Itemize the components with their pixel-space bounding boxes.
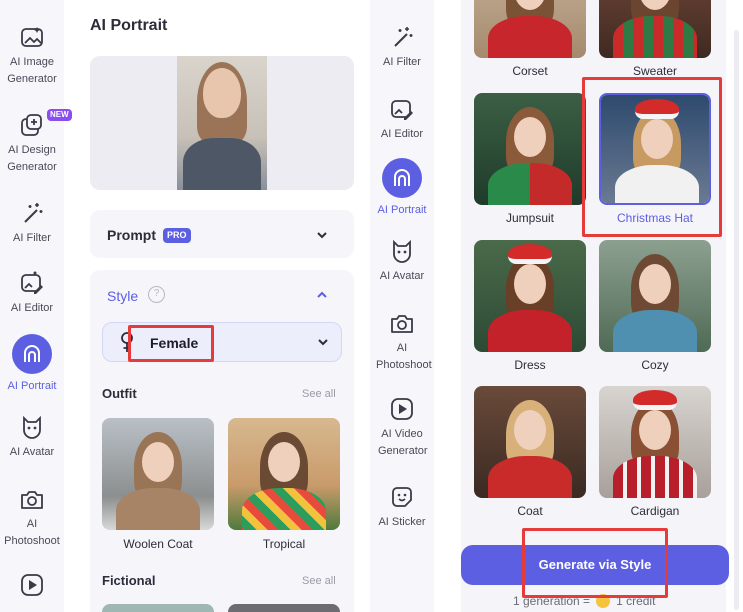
uploaded-photo-preview[interactable] — [90, 56, 354, 190]
rail2-item-ai-filter[interactable]: AI Filter — [370, 24, 434, 71]
gender-value: Female — [150, 335, 199, 351]
sidebar-item-ai-image-generator[interactable]: AI Image Generator — [0, 24, 64, 88]
style-card-jumpsuit[interactable]: Jumpsuit — [474, 93, 586, 225]
portrait-icon — [382, 158, 422, 198]
sidebar-item-label: AI Image Generator — [7, 56, 57, 85]
help-icon[interactable]: ? — [148, 286, 165, 303]
outfit-title: Outfit — [102, 386, 137, 401]
rail2-item-ai-portrait[interactable]: AI Portrait — [370, 158, 434, 219]
style-card-dress[interactable]: Dress — [474, 240, 586, 372]
prompt-section[interactable]: Prompt PRO — [90, 210, 354, 258]
style-thumb-fictional-1[interactable] — [102, 604, 214, 612]
rail2-item-label: AI Photoshoot — [376, 342, 432, 371]
rail2-item-ai-avatar[interactable]: AI Avatar — [370, 238, 434, 285]
sidebar-item-ai-avatar[interactable]: AI Avatar — [0, 414, 64, 461]
gallery-scrollbar[interactable] — [734, 30, 739, 610]
chevron-down-icon[interactable] — [315, 228, 329, 242]
style-card-sweater[interactable]: Sweater — [599, 0, 711, 78]
thumb-label: Woolen Coat — [123, 537, 193, 551]
image-edit-icon — [389, 96, 415, 122]
rail2-item-label: AI Filter — [383, 56, 421, 68]
prompt-label: Prompt — [107, 227, 156, 243]
rail2-item-label: AI Portrait — [377, 204, 427, 216]
style-thumb-tropical[interactable] — [228, 418, 340, 530]
video-play-icon — [19, 572, 45, 598]
style-card-corset[interactable]: Corset — [474, 0, 586, 78]
style-card-label: Corset — [512, 64, 548, 78]
style-card-label: Sweater — [632, 64, 678, 78]
camera-icon — [19, 486, 45, 512]
style-card-label: Cardigan — [630, 504, 680, 518]
rail2-item-ai-sticker[interactable]: AI Sticker — [370, 484, 434, 531]
rail2-item-label: AI Avatar — [379, 270, 425, 282]
sidebar-item-label: AI Photoshoot — [4, 518, 60, 547]
magic-wand-icon — [389, 24, 415, 50]
main-sidebar: AI Image Generator NEW AI Design Generat… — [0, 0, 72, 612]
sidebar-item-label: AI Avatar — [9, 446, 55, 458]
generate-via-style-button[interactable]: Generate via Style — [461, 545, 729, 585]
credit-prefix: 1 generation = — [513, 594, 591, 608]
sidebar-item-ai-filter[interactable]: AI Filter — [0, 200, 64, 247]
avatar-icon — [19, 414, 45, 440]
female-symbol-icon — [119, 331, 135, 353]
sidebar-item-label: AI Portrait — [7, 380, 57, 392]
pro-badge: PRO — [163, 228, 191, 243]
chevron-up-icon[interactable] — [315, 288, 329, 302]
sticker-icon — [389, 484, 415, 510]
style-card-cardigan[interactable]: Cardigan — [599, 386, 711, 518]
style-label: Style — [107, 288, 139, 304]
fictional-see-all-link[interactable]: See all — [302, 575, 336, 587]
uploaded-photo — [177, 56, 267, 190]
style-card-coat[interactable]: Coat — [474, 386, 586, 518]
style-section: Style ? Female Outfit See all Woolen Coa… — [90, 270, 354, 612]
new-badge: NEW — [47, 109, 72, 121]
chevron-down-icon — [316, 335, 330, 349]
design-icon: NEW — [19, 109, 72, 138]
rail2-item-label: AI Editor — [380, 128, 424, 140]
style-card-label: Dress — [514, 358, 546, 372]
image-sparkle-icon — [19, 24, 45, 50]
sidebar-item-ai-editor[interactable]: AI Editor — [0, 270, 64, 317]
sidebar-item-video[interactable] — [0, 572, 64, 602]
portrait-icon — [12, 334, 52, 374]
sidebar-item-label: AI Design Generator — [7, 144, 57, 173]
ai-portrait-panel: AI Portrait Prompt PRO Style ? Female Ou… — [74, 0, 370, 612]
credit-suffix: 1 credit — [616, 594, 656, 608]
fictional-title: Fictional — [102, 573, 156, 588]
sidebar-item-label: AI Editor — [10, 302, 54, 314]
rail2-item-label: AI Sticker — [378, 516, 426, 528]
style-card-label: Jumpsuit — [505, 211, 555, 225]
sidebar-item-label: AI Filter — [13, 232, 51, 244]
magic-wand-icon — [19, 200, 45, 226]
video-play-icon — [389, 396, 415, 422]
rail2-item-ai-photoshoot[interactable]: AI Photoshoot — [370, 310, 434, 374]
rail2-item-ai-video-generator[interactable]: AI Video Generator — [370, 396, 434, 460]
coin-icon — [596, 594, 611, 608]
style-card-christmas-hat[interactable]: Christmas Hat — [599, 93, 711, 225]
sidebar-item-ai-portrait[interactable]: AI Portrait — [0, 334, 64, 395]
credit-info: 1 generation = 1 credit — [513, 594, 655, 608]
rail2-item-ai-editor[interactable]: AI Editor — [370, 96, 434, 143]
thumb-label: Tropical — [262, 537, 306, 551]
gender-select[interactable]: Female — [102, 322, 342, 362]
camera-icon — [389, 310, 415, 336]
style-card-cozy[interactable]: Cozy — [599, 240, 711, 372]
sidebar-item-ai-photoshoot[interactable]: AI Photoshoot — [0, 486, 64, 550]
secondary-sidebar: AI Filter AI Editor AI Portrait AI Avata… — [370, 0, 434, 612]
avatar-icon — [389, 238, 415, 264]
sidebar-item-ai-design-generator[interactable]: NEW AI Design Generator — [0, 109, 72, 176]
style-card-label: Coat — [517, 504, 543, 518]
rail2-item-label: AI Video Generator — [378, 428, 428, 457]
style-card-label: Cozy — [641, 358, 669, 372]
image-edit-icon — [19, 270, 45, 296]
style-card-label: Christmas Hat — [616, 211, 693, 225]
style-gallery: Corset Sweater Jumpsuit Christmas Hat Dr… — [461, 0, 726, 612]
style-thumb-woolen-coat[interactable] — [102, 418, 214, 530]
style-thumb-fictional-2[interactable] — [228, 604, 340, 612]
panel-title: AI Portrait — [90, 17, 168, 34]
outfit-see-all-link[interactable]: See all — [302, 388, 336, 400]
